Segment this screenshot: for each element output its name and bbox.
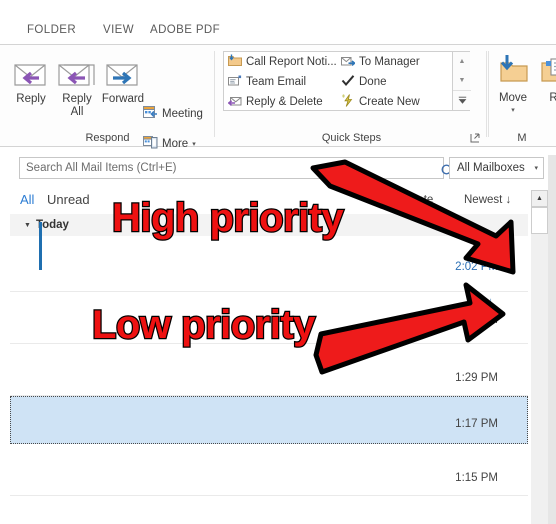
message-group-header-today[interactable]: ▼ Today — [10, 214, 528, 236]
quick-step-reply-delete-label: Reply & Delete — [246, 96, 323, 108]
scroll-up-icon[interactable]: ▲ — [531, 190, 548, 207]
quick-steps-gallery: Call Report Noti... Team Email Reply & D… — [223, 51, 471, 112]
search-input[interactable]: Search All Mail Items (Ctrl+E) — [19, 157, 455, 179]
team-email-icon — [228, 74, 242, 90]
mailbox-scope-value: All Mailboxes — [457, 162, 525, 174]
to-manager-icon — [341, 54, 356, 70]
group-divider — [488, 51, 489, 137]
lightning-icon — [341, 94, 355, 110]
ribbon-group-respond: Reply Reply All Forward Meeting More ▾ R… — [0, 45, 215, 150]
quick-step-to-manager-label: To Manager — [359, 56, 420, 68]
meeting-icon — [143, 105, 158, 123]
quick-step-team-email[interactable]: Team Email — [228, 72, 306, 92]
forward-button[interactable]: Forward — [96, 51, 150, 123]
quick-step-team-email-label: Team Email — [246, 76, 307, 88]
rules-button[interactable]: Rul ▾ — [535, 53, 556, 114]
reply-delete-icon — [227, 94, 242, 110]
chevron-down-icon: ▾ — [534, 165, 538, 172]
rules-button-label: Rul — [549, 92, 556, 104]
high-priority-icon: ! — [489, 240, 494, 255]
search-row: Search All Mail Items (Ctrl+E) All Mailb… — [0, 155, 556, 183]
message-time: 1:29 PM — [455, 372, 498, 384]
right-edge-filler — [548, 155, 556, 524]
filter-bar: All Unread Date Newest ↓ — [0, 190, 556, 214]
table-row[interactable]: 1:29 PM — [10, 344, 528, 396]
check-icon — [341, 74, 355, 90]
search-placeholder: Search All Mail Items (Ctrl+E) — [26, 162, 177, 174]
meeting-button-label: Meeting — [162, 108, 203, 120]
message-time: 1:15 PM — [455, 472, 498, 484]
move-group-title: M — [517, 132, 527, 144]
table-row[interactable]: 11:20 AM — [10, 496, 528, 524]
move-button[interactable]: Move ▾ — [490, 53, 536, 114]
low-priority-icon: ↓ — [487, 294, 495, 309]
quick-step-call-report-label: Call Report Noti... — [246, 56, 337, 68]
quick-step-to-manager[interactable]: To Manager — [341, 52, 420, 72]
collapse-triangle-icon[interactable]: ▼ — [24, 222, 31, 229]
move-folder-icon — [493, 55, 533, 91]
respond-group-title: Respond — [85, 132, 130, 144]
tab-adobe-pdf[interactable]: ADOBE PDF — [150, 24, 220, 36]
tab-view[interactable]: VIEW — [103, 24, 134, 36]
table-row[interactable]: ! 2:02 PM — [10, 236, 528, 292]
quick-step-call-report[interactable]: Call Report Noti... — [228, 52, 337, 72]
quick-steps-scroll-down-icon[interactable]: ▼ — [453, 71, 471, 90]
quick-step-create-new-label: Create New — [359, 96, 420, 108]
quick-steps-dialog-launcher[interactable] — [470, 133, 481, 144]
message-time: 2:02 PM — [455, 261, 498, 273]
quick-step-done-label: Done — [359, 76, 387, 88]
filter-unread[interactable]: Unread — [47, 192, 90, 207]
ribbon-group-quick-steps: Call Report Noti... Team Email Reply & D… — [216, 45, 487, 146]
ribbon-group-move: Move ▾ Rul ▾ M — [488, 45, 556, 146]
tab-folder[interactable]: FOLDER — [27, 24, 76, 36]
quick-step-reply-delete[interactable]: Reply & Delete — [227, 92, 323, 112]
group-divider — [486, 51, 487, 137]
sort-by-date[interactable]: Date — [409, 194, 433, 206]
group-divider — [214, 51, 215, 137]
quick-step-create-new[interactable]: Create New — [341, 92, 420, 112]
table-row[interactable]: 1:17 PM — [10, 396, 528, 444]
scrollbar-thumb[interactable] — [531, 207, 548, 234]
unread-indicator-bar — [39, 222, 42, 270]
quick-steps-group-title: Quick Steps — [321, 132, 382, 144]
ribbon-body: Reply Reply All Forward Meeting More ▾ R… — [0, 44, 556, 150]
quick-steps-more-icon[interactable] — [453, 90, 471, 109]
table-row[interactable]: 1:15 PM — [10, 444, 528, 496]
quick-step-done[interactable]: Done — [341, 72, 387, 92]
quick-steps-scroll-up-icon[interactable]: ▲ — [453, 52, 471, 71]
sort-order-newest[interactable]: Newest ↓ — [464, 194, 511, 206]
chevron-down-icon: ▾ — [535, 106, 556, 114]
message-time: 2 PM — [471, 314, 498, 326]
table-row[interactable]: ↓ 2 PM — [10, 292, 528, 344]
filter-all[interactable]: All — [20, 192, 34, 207]
quick-steps-scrollbar[interactable]: ▲ ▼ — [452, 52, 471, 110]
message-list-scrollbar[interactable]: ▲ — [531, 190, 548, 524]
move-to-folder-icon — [228, 54, 242, 70]
mailbox-scope-dropdown[interactable]: All Mailboxes ▾ — [449, 157, 544, 179]
message-list: ▼ Today ! 2:02 PM ↓ 2 PM 1:29 PM 1:17 PM… — [10, 214, 528, 524]
meeting-button[interactable]: Meeting — [143, 103, 203, 125]
message-time: 1:17 PM — [455, 418, 498, 430]
ribbon-tab-bar: FOLDER VIEW ADOBE PDF — [0, 0, 556, 44]
forward-envelope-icon — [96, 53, 150, 93]
rules-icon — [538, 58, 556, 91]
outlook-window: FOLDER VIEW ADOBE PDF Reply Reply All Fo… — [0, 0, 556, 524]
chevron-down-icon: ▾ — [511, 107, 515, 114]
forward-button-label: Forward — [101, 93, 145, 105]
move-button-label: Move — [498, 92, 528, 104]
